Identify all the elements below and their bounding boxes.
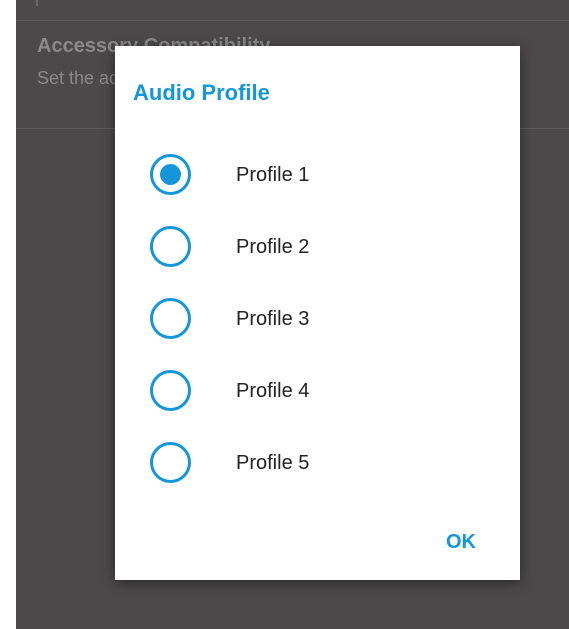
profile-option-1[interactable]: Profile 1 — [115, 144, 520, 216]
radio-button-icon[interactable] — [150, 442, 191, 483]
settings-screen: Accessory Compatibility Set the accessor… — [16, 0, 569, 629]
radio-button-icon[interactable] — [150, 154, 191, 195]
dialog-title: Audio Profile — [133, 80, 270, 105]
audio-profile-dialog: Audio Profile Profile 1 Profile 2 Profil… — [115, 46, 520, 580]
profile-option-4[interactable]: Profile 4 — [115, 360, 520, 432]
radio-button-icon[interactable] — [150, 298, 191, 339]
profile-option-5[interactable]: Profile 5 — [115, 432, 520, 504]
option-label: Profile 2 — [236, 236, 310, 258]
option-label: Profile 5 — [236, 452, 310, 474]
option-label: Profile 3 — [236, 308, 310, 330]
previous-item-fragment — [36, 0, 38, 6]
profile-option-2[interactable]: Profile 2 — [115, 216, 520, 288]
ok-button[interactable]: OK — [434, 523, 488, 562]
radio-button-icon[interactable] — [150, 226, 191, 267]
profile-option-3[interactable]: Profile 3 — [115, 288, 520, 360]
option-label: Profile 1 — [236, 164, 310, 186]
radio-button-icon[interactable] — [150, 370, 191, 411]
divider — [16, 20, 569, 21]
option-label: Profile 4 — [236, 380, 310, 402]
